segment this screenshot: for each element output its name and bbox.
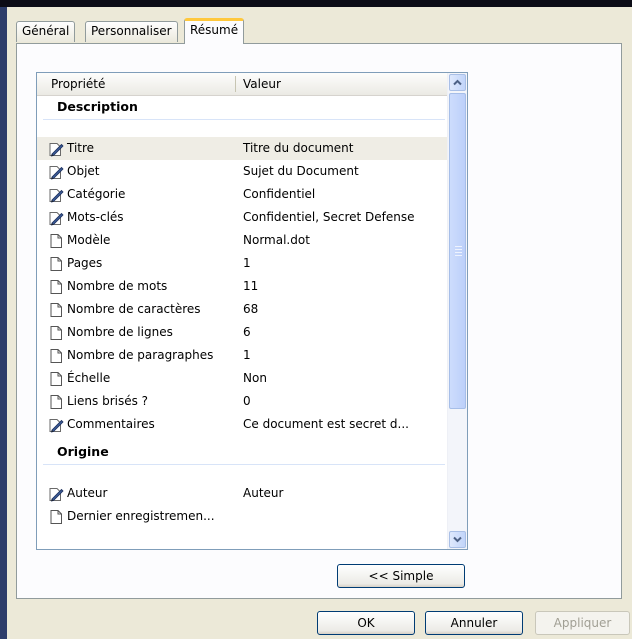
thumb-grip — [455, 249, 462, 250]
window-titlebar-edge — [0, 0, 632, 7]
list-item[interactable]: Catégorie Confidentiel — [37, 183, 449, 206]
document-icon — [48, 348, 64, 364]
document-icon — [48, 256, 64, 272]
property-value: 1 — [243, 256, 251, 270]
scroll-up-button[interactable] — [449, 74, 466, 91]
property-name: Nombre de lignes — [67, 325, 173, 339]
thumb-grip — [455, 255, 462, 256]
property-name: Commentaires — [67, 417, 155, 431]
group-header: Description — [57, 99, 138, 114]
list-item[interactable]: Nombre de caractères 68 — [37, 298, 449, 321]
list-item[interactable]: Titre Titre du document — [37, 137, 449, 160]
edit-property-icon — [48, 187, 64, 203]
property-name: Liens brisés ? — [67, 394, 149, 408]
property-value: 11 — [243, 279, 259, 293]
vertical-scrollbar[interactable] — [447, 73, 467, 549]
property-name: Nombre de caractères — [67, 302, 201, 316]
window-left-border — [0, 7, 7, 639]
ok-button[interactable]: OK — [317, 611, 415, 635]
property-value: 68 — [243, 302, 259, 316]
edit-property-icon — [48, 486, 64, 502]
document-icon — [48, 233, 64, 249]
thumb-grip — [455, 246, 462, 247]
property-name: Auteur — [67, 486, 108, 500]
list-item[interactable]: Objet Sujet du Document — [37, 160, 449, 183]
document-icon — [48, 302, 64, 318]
list-item[interactable]: Pages 1 — [37, 252, 449, 275]
group-header: Origine — [57, 444, 109, 459]
simple-view-button[interactable]: << Simple — [337, 564, 465, 588]
properties-list[interactable]: Propriété Valeur Description Titre Titre d… — [36, 72, 468, 550]
property-name: Pages — [67, 256, 103, 270]
tab-general[interactable]: Général — [16, 21, 76, 42]
property-value: Non — [243, 371, 267, 385]
document-icon — [48, 325, 64, 341]
property-name: Objet — [67, 164, 100, 178]
edit-property-icon — [48, 417, 64, 433]
chevron-up-icon — [453, 79, 462, 86]
tab-personnaliser[interactable]: Personnaliser — [85, 21, 178, 42]
document-icon — [48, 279, 64, 295]
property-name: Mots-clés — [67, 210, 124, 224]
properties-dialog: Général Personnaliser Résumé Propriété V… — [7, 7, 632, 639]
list-item[interactable]: Nombre de paragraphes 1 — [37, 344, 449, 367]
property-name: Échelle — [67, 371, 111, 385]
list-item[interactable]: Modèle Normal.dot — [37, 229, 449, 252]
list-item[interactable]: Nombre de mots 11 — [37, 275, 449, 298]
cancel-button[interactable]: Annuler — [425, 611, 523, 635]
scroll-down-button[interactable] — [449, 531, 466, 548]
document-icon — [48, 371, 64, 387]
thumb-grip — [455, 252, 462, 253]
document-icon — [48, 509, 64, 525]
list-item[interactable]: Liens brisés ? 0 — [37, 390, 449, 413]
property-value: 6 — [243, 325, 251, 339]
document-icon — [48, 394, 64, 410]
tab-resume[interactable]: Résumé — [184, 18, 245, 44]
property-name: Titre — [67, 141, 95, 155]
property-name: Nombre de mots — [67, 279, 168, 293]
group-divider — [43, 464, 445, 465]
chevron-down-icon — [453, 536, 462, 543]
column-separator[interactable] — [235, 76, 236, 92]
property-value: Titre du document — [243, 141, 354, 155]
edit-property-icon — [48, 141, 64, 157]
property-name: Dernier enregistremen... — [67, 509, 215, 523]
group-divider — [43, 119, 445, 120]
column-header-value[interactable]: Valeur — [243, 73, 281, 95]
list-header: Propriété Valeur — [37, 73, 449, 96]
property-name: Catégorie — [67, 187, 126, 201]
property-name: Nombre de paragraphes — [67, 348, 214, 362]
edit-property-icon — [48, 164, 64, 180]
list-item[interactable]: Mots-clés Confidentiel, Secret Defense — [37, 206, 449, 229]
property-value: Normal.dot — [243, 233, 310, 247]
list-item[interactable]: Auteur Auteur — [37, 482, 449, 505]
list-item[interactable]: Dernier enregistremen... — [37, 505, 449, 528]
edit-property-icon — [48, 210, 64, 226]
list-item[interactable]: Nombre de lignes 6 — [37, 321, 449, 344]
property-value: 0 — [243, 394, 251, 408]
property-value: Auteur — [243, 486, 284, 500]
property-value: Ce document est secret d... — [243, 417, 409, 431]
property-value: Confidentiel — [243, 187, 316, 201]
list-item[interactable]: Commentaires Ce document est secret d... — [37, 413, 449, 436]
property-value: Sujet du Document — [243, 164, 359, 178]
property-value: 1 — [243, 348, 251, 362]
list-item[interactable]: Échelle Non — [37, 367, 449, 390]
apply-button: Appliquer — [535, 611, 630, 635]
column-header-property[interactable]: Propriété — [51, 73, 105, 95]
property-name: Modèle — [67, 233, 111, 247]
scroll-thumb[interactable] — [449, 93, 466, 409]
property-value: Confidentiel, Secret Defense — [243, 210, 415, 224]
